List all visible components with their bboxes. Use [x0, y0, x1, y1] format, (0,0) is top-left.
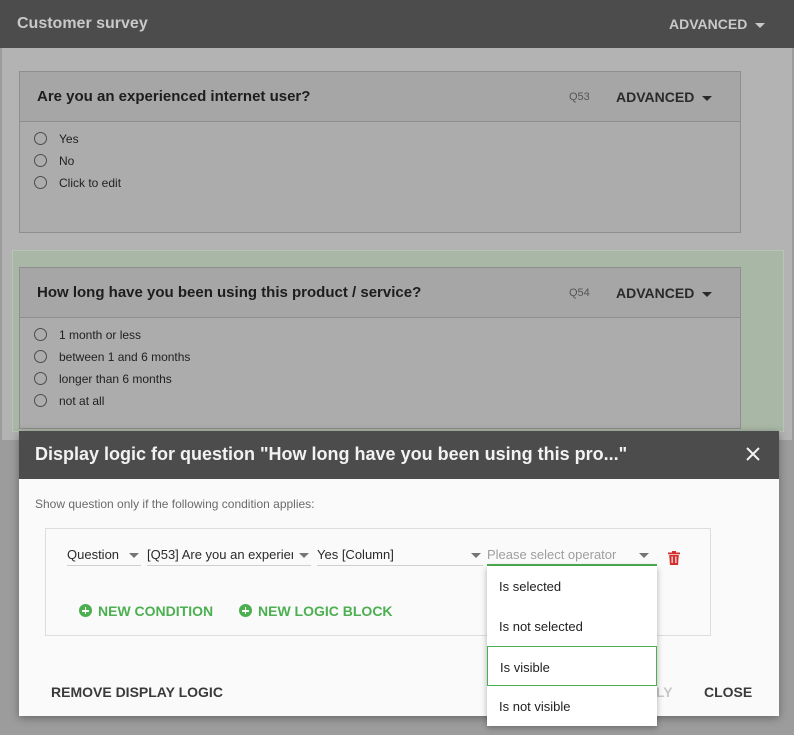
condition-question-value: [Q53] Are you an experien	[147, 547, 293, 562]
answer-option[interactable]: Click to edit	[20, 174, 740, 196]
caret-down-icon	[702, 291, 713, 297]
caret-down-icon	[702, 95, 713, 101]
operator-option-is-selected[interactable]: Is selected	[487, 566, 657, 606]
answer-option[interactable]: Yes	[20, 130, 740, 152]
answer-label[interactable]: Yes	[59, 132, 79, 146]
question-advanced-button[interactable]: ADVANCED	[616, 285, 713, 301]
operator-placeholder: Please select operator	[487, 547, 617, 562]
operator-option-label: Is selected	[499, 579, 562, 594]
radio-icon[interactable]	[34, 372, 47, 385]
answer-label[interactable]: 1 month or less	[59, 328, 141, 342]
question-card-q54[interactable]: How long have you been using this produc…	[19, 267, 741, 429]
operator-option-label: Is not visible	[499, 699, 571, 714]
question-advanced-button[interactable]: ADVANCED	[616, 89, 713, 105]
answer-option[interactable]: No	[20, 152, 740, 174]
condition-type-value: Question	[67, 547, 120, 562]
question-header: How long have you been using this produc…	[20, 268, 740, 318]
radio-icon[interactable]	[34, 132, 47, 145]
radio-icon[interactable]	[34, 328, 47, 341]
remove-display-logic-button[interactable]: REMOVE DISPLAY LOGIC	[51, 684, 223, 700]
add-circle-icon	[239, 604, 252, 617]
answer-label[interactable]: not at all	[59, 394, 104, 408]
caret-down-icon	[755, 22, 766, 28]
condition-column-value: Yes [Column]	[317, 547, 394, 562]
dropdown-arrow-icon	[471, 553, 481, 558]
condition-type-select[interactable]: Question	[67, 545, 141, 566]
add-circle-icon	[79, 604, 92, 617]
dropdown-arrow-icon	[299, 553, 309, 558]
new-logic-block-button[interactable]: NEW LOGIC BLOCK	[239, 603, 393, 619]
apply-button[interactable]: LY	[656, 684, 673, 700]
answer-label[interactable]: No	[59, 154, 74, 168]
condition-question-select[interactable]: [Q53] Are you an experien	[147, 545, 311, 566]
delete-icon[interactable]	[668, 551, 680, 565]
dropdown-arrow-icon	[129, 553, 139, 558]
radio-icon[interactable]	[34, 394, 47, 407]
operator-option-is-visible[interactable]: Is visible	[487, 646, 657, 686]
dialog-title: Display logic for question "How long hav…	[35, 444, 628, 464]
header-advanced-label: ADVANCED	[669, 16, 748, 32]
question-title[interactable]: Are you an experienced internet user?	[37, 88, 310, 105]
new-logic-block-label: NEW LOGIC BLOCK	[258, 603, 393, 619]
operator-option-is-not-selected[interactable]: Is not selected	[487, 606, 657, 646]
operator-option-is-not-visible[interactable]: Is not visible	[487, 686, 657, 726]
answer-option[interactable]: not at all	[20, 392, 740, 414]
question-advanced-label: ADVANCED	[616, 89, 695, 105]
answer-option[interactable]: 1 month or less	[20, 326, 740, 348]
answer-label[interactable]: longer than 6 months	[59, 372, 172, 386]
dialog-subtitle: Show question only if the following cond…	[35, 497, 315, 511]
question-advanced-label: ADVANCED	[616, 285, 695, 301]
survey-title: Customer survey	[17, 15, 148, 32]
close-button[interactable]: CLOSE	[704, 684, 752, 700]
question-id: Q54	[569, 287, 590, 299]
app-header: Customer survey ADVANCED	[0, 0, 794, 48]
new-condition-button[interactable]: NEW CONDITION	[79, 603, 213, 619]
answer-label[interactable]: between 1 and 6 months	[59, 350, 190, 364]
radio-icon[interactable]	[34, 350, 47, 363]
question-id: Q53	[569, 91, 590, 103]
answer-label[interactable]: Click to edit	[59, 176, 121, 190]
operator-menu: Is selected Is not selected Is visible I…	[487, 566, 657, 726]
radio-icon[interactable]	[34, 176, 47, 189]
dropdown-arrow-icon	[639, 553, 649, 558]
answer-options: Yes No Click to edit	[20, 122, 740, 196]
new-condition-label: NEW CONDITION	[98, 603, 214, 619]
close-icon[interactable]	[744, 445, 762, 463]
question-title[interactable]: How long have you been using this produc…	[37, 284, 421, 301]
dialog-header: Display logic for question "How long hav…	[19, 431, 779, 479]
radio-icon[interactable]	[34, 154, 47, 167]
operator-select[interactable]: Please select operator	[487, 545, 657, 566]
operator-option-label: Is visible	[500, 660, 550, 675]
condition-column-select[interactable]: Yes [Column]	[317, 545, 483, 566]
answer-option[interactable]: between 1 and 6 months	[20, 348, 740, 370]
answer-option[interactable]: longer than 6 months	[20, 370, 740, 392]
question-header: Are you an experienced internet user? Q5…	[20, 72, 740, 122]
display-logic-dialog: Display logic for question "How long hav…	[19, 431, 779, 716]
header-advanced-button[interactable]: ADVANCED	[669, 16, 766, 32]
answer-options: 1 month or less between 1 and 6 months l…	[20, 318, 740, 414]
question-card-q53[interactable]: Are you an experienced internet user? Q5…	[19, 71, 741, 233]
operator-option-label: Is not selected	[499, 619, 583, 634]
